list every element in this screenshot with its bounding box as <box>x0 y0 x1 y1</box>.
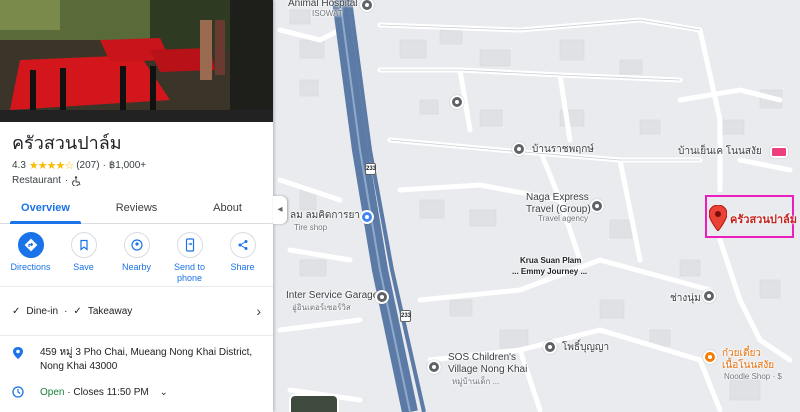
lodging-pin[interactable] <box>770 146 788 158</box>
baan-yen-label[interactable]: บ้านเย็นเค โนนสงัย <box>678 146 762 158</box>
tab-about[interactable]: About <box>182 198 273 223</box>
chang-num-label[interactable]: ช่างนุ่ม <box>670 293 701 305</box>
tire-shop-pin[interactable] <box>360 210 374 224</box>
tire-shop-th-label[interactable]: ลม ลมคิดการยาง <box>290 210 365 222</box>
hours-row[interactable]: Open · Closes 11:50 PM ⌄ <box>0 374 273 400</box>
chevron-right-icon[interactable]: › <box>256 303 261 319</box>
collapse-panel-button[interactable]: ◂ <box>273 196 287 224</box>
sos-village-label[interactable]: SOS Children's Village Nong Khai <box>448 352 527 376</box>
address-row[interactable]: 459 หมู่ 3 Pho Chai, Mueang Nong Khai Di… <box>0 336 273 374</box>
nearby-button[interactable]: Nearby <box>112 232 162 286</box>
rating-value: 4.3 <box>12 160 26 171</box>
takeaway-label: Takeaway <box>87 305 133 317</box>
share-icon <box>238 240 247 250</box>
inter-service-sublabel: อู่อินเตอร์เซอร์วิส <box>292 303 351 312</box>
directions-button[interactable]: Directions <box>6 232 56 286</box>
check-icon: ✓ <box>12 305 21 317</box>
share-button[interactable]: Share <box>218 232 268 286</box>
chevron-down-icon[interactable]: ⌄ <box>160 387 168 398</box>
pho-bunya-label[interactable]: โพธิ์บุญญา <box>562 342 609 354</box>
separator-dot: · <box>64 175 69 186</box>
sos-village-pin[interactable] <box>427 360 441 374</box>
bookmark-icon <box>79 239 88 251</box>
price-range: ฿1,000+ <box>108 160 147 171</box>
rating-row: 4.3 ★★★★☆ (207) · ฿1,000+ <box>0 154 273 172</box>
noodle-shop-th-label[interactable]: ก๋วยเตี๋ยว เนื้อโนนสงัย <box>722 348 774 372</box>
destination-marker-icon[interactable] <box>709 205 727 231</box>
baan-ratchaphruek-pin[interactable] <box>512 142 526 156</box>
clock-icon <box>12 386 24 398</box>
route-233-shield: 233 <box>400 310 411 322</box>
save-button[interactable]: Save <box>59 232 109 286</box>
open-status: Open <box>40 387 65 398</box>
separator-dot: · <box>64 305 68 317</box>
nearby-label: Nearby <box>121 262 151 272</box>
rating-stars-icon: ★★★★☆ <box>28 160 74 172</box>
tab-overview[interactable]: Overview <box>0 198 91 224</box>
phone-icon <box>185 238 194 252</box>
place-category[interactable]: Restaurant <box>12 175 61 186</box>
naga-express-pin[interactable] <box>590 199 604 213</box>
route-233-shield: 233 <box>365 163 376 175</box>
layers-thumbnail[interactable] <box>289 394 339 412</box>
pho-bunya-pin[interactable] <box>543 340 557 354</box>
naga-express-sublabel: Travel agency <box>538 214 588 223</box>
share-label: Share <box>230 262 255 272</box>
action-bar: Directions Save Nearby Send to phone Sha… <box>0 224 273 286</box>
address-text: 459 หมู่ 3 Pho Chai, Mueang Nong Khai Di… <box>40 347 253 372</box>
dine-in-label: Dine-in <box>26 305 59 317</box>
tire-shop-label: Tire shop <box>294 223 328 232</box>
tab-reviews[interactable]: Reviews <box>91 198 182 223</box>
save-label: Save <box>73 262 94 272</box>
animal-hospital-sublabel: ISOWAT <box>312 9 343 18</box>
noodle-shop-label: Noodle Shop · $ <box>724 372 782 381</box>
review-count[interactable]: (207) <box>76 160 99 171</box>
wheelchair-icon[interactable] <box>72 175 82 186</box>
directions-label: Directions <box>10 262 51 272</box>
separator-dot: · <box>102 160 106 171</box>
baan-ratchaphruek-label[interactable]: บ้านราชพฤกษ์ <box>532 144 594 156</box>
place-title: ครัวสวนปาล์ม <box>12 133 122 153</box>
place-photo[interactable] <box>0 0 273 122</box>
destination-label[interactable]: ครัวสวนปาล์ม <box>730 210 797 228</box>
location-pin-icon <box>13 347 23 359</box>
chang-num-pin[interactable] <box>702 289 716 303</box>
emmy-journey-map-label[interactable]: ... Emmy Journey ... <box>512 266 587 278</box>
inter-service-pin[interactable] <box>375 290 389 304</box>
restaurant-photo-image <box>0 0 273 122</box>
tab-bar: Overview Reviews About <box>0 198 273 224</box>
category-row: Restaurant · <box>0 172 273 186</box>
sos-village-sublabel: หมู่บ้านเด็ก ... <box>452 377 500 386</box>
send-to-phone-button[interactable]: Send to phone <box>165 232 215 286</box>
place-panel: ครัวสวนปาล์ม 4.3 ★★★★☆ (207) · ฿1,000+ R… <box>0 0 273 412</box>
nearby-icon <box>130 239 143 251</box>
inter-service-label[interactable]: Inter Service Garage <box>286 290 378 302</box>
check-icon: ✓ <box>73 305 82 317</box>
noodle-shop-pin[interactable] <box>703 350 717 364</box>
school-pin[interactable] <box>450 95 464 109</box>
directions-icon <box>24 238 37 252</box>
closing-time: · Closes 11:50 PM <box>67 387 149 398</box>
service-options-row[interactable]: ✓ Dine-in · ✓ Takeaway › <box>0 287 273 335</box>
send-to-phone-label: Send to phone <box>173 262 206 283</box>
